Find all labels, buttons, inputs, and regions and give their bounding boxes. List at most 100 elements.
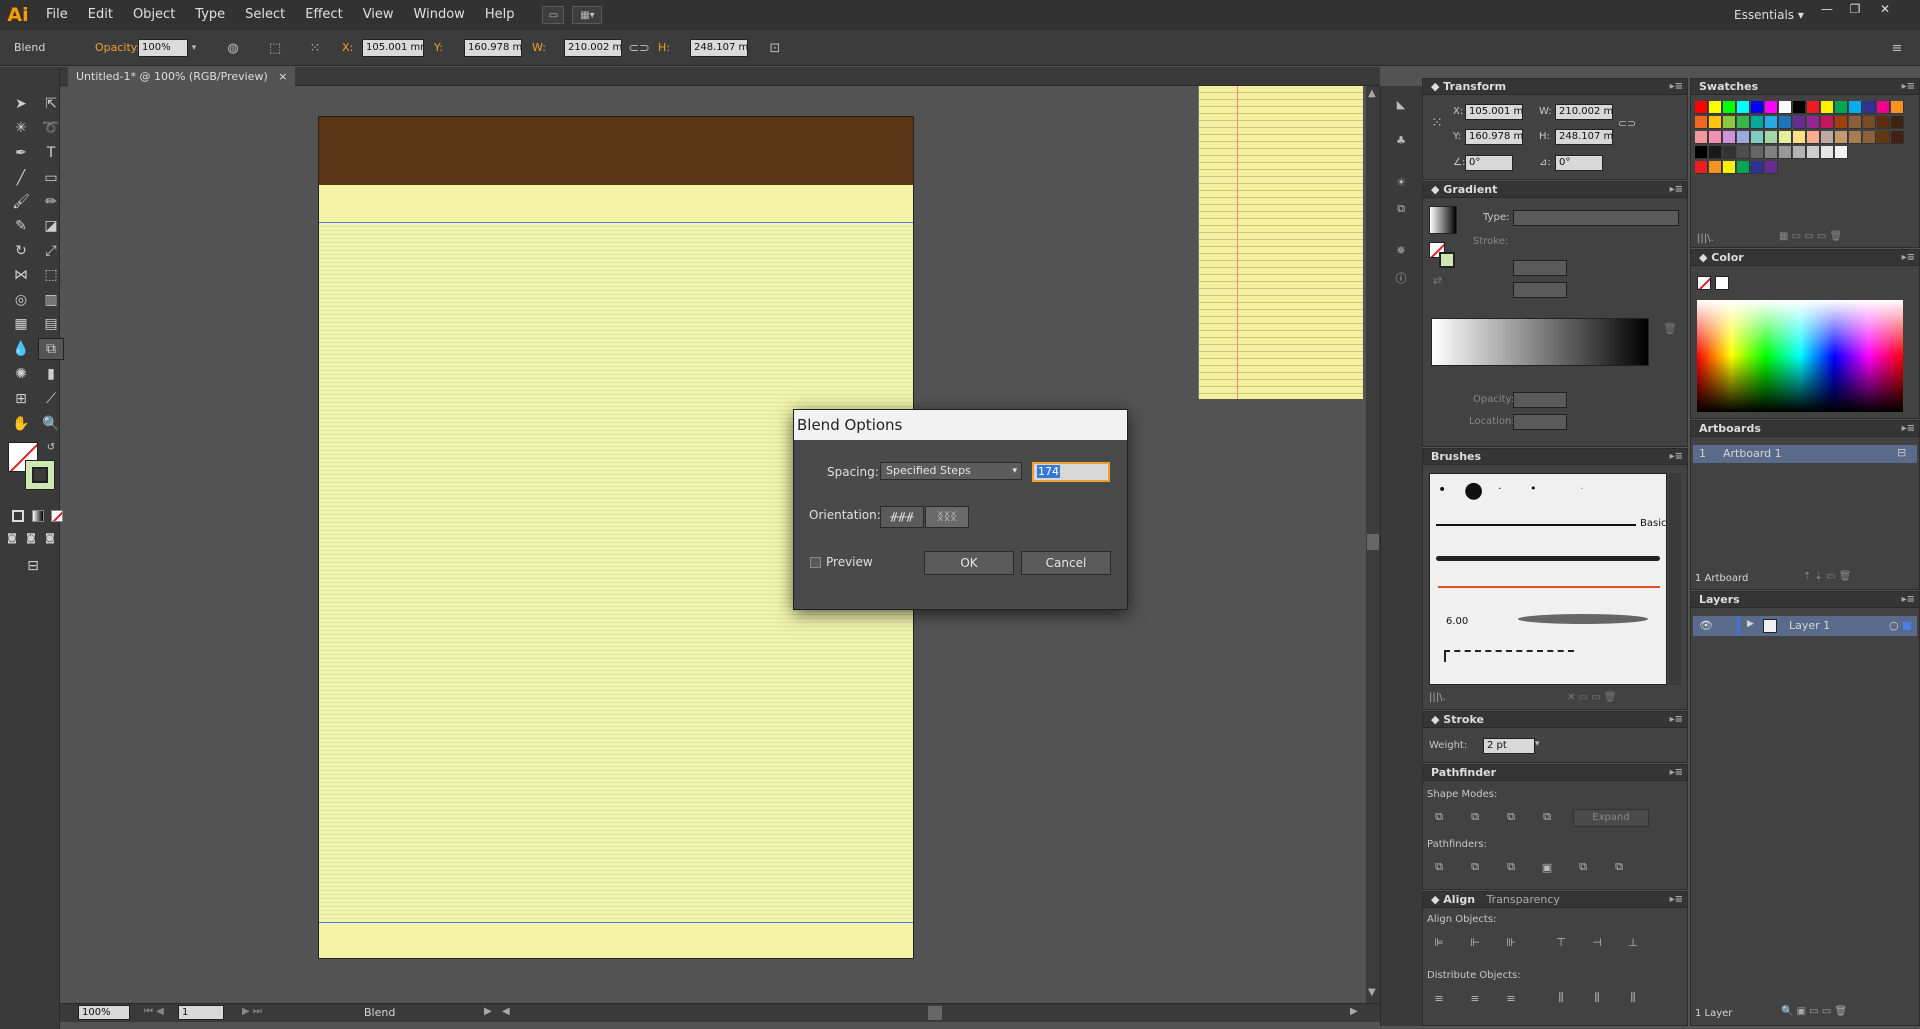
brush-dot-oval[interactable]: • (1530, 482, 1537, 495)
unite-icon[interactable]: ⧉ (1431, 809, 1447, 825)
exclude-icon[interactable]: ⧉ (1539, 809, 1555, 825)
color-spectrum[interactable] (1697, 300, 1903, 412)
gradient-opacity-input[interactable] (1513, 392, 1567, 408)
panel-menu-icon[interactable]: ▸≡ (1670, 712, 1683, 728)
delete-stop-icon[interactable]: 🗑 (1663, 322, 1677, 335)
shape-builder-tool-icon[interactable]: ◎ (8, 289, 34, 311)
gradient-slider[interactable] (1431, 318, 1649, 366)
chevron-down-icon[interactable]: ▾ (1535, 739, 1540, 749)
horizontal-scroll-thumb[interactable] (928, 1006, 942, 1020)
panel-menu-icon[interactable]: ▸≡ (1902, 250, 1915, 266)
color-swatch[interactable] (1751, 161, 1764, 174)
color-swatch[interactable] (1737, 161, 1750, 174)
constrain-link-icon[interactable]: ⊂⊃ (1618, 115, 1636, 131)
color-swatch[interactable] (1891, 131, 1904, 144)
free-transform-tool-icon[interactable]: ⬚ (38, 264, 64, 286)
color-swatch[interactable] (1695, 161, 1708, 174)
color-swatch[interactable] (1793, 116, 1806, 129)
menu-help[interactable]: Help (475, 0, 525, 30)
none-mode-icon[interactable] (51, 510, 63, 522)
panel-menu-icon[interactable]: ▸≡ (1902, 592, 1915, 608)
menu-select[interactable]: Select (235, 0, 295, 30)
type-tool-icon[interactable]: T (38, 142, 64, 164)
color-swatch[interactable] (1793, 131, 1806, 144)
color-swatch[interactable] (1891, 101, 1904, 114)
color-mode-icon[interactable] (12, 510, 24, 522)
align-top-icon[interactable]: ⊤ (1553, 934, 1569, 950)
transform-x-input[interactable]: 105.001 mm (1465, 104, 1523, 120)
menu-object[interactable]: Object (123, 0, 185, 30)
distribute-top-icon[interactable]: ≡ (1431, 990, 1447, 1006)
panel-menu-icon[interactable]: ▸≡ (1902, 79, 1915, 95)
brush-dot-small[interactable]: • (1438, 482, 1446, 498)
menu-edit[interactable]: Edit (78, 0, 123, 30)
w-input[interactable]: 210.002 mm (564, 39, 622, 57)
color-swatch[interactable] (1709, 116, 1722, 129)
scroll-down-icon[interactable]: ▼ (1368, 987, 1376, 998)
transform-w-input[interactable]: 210.002 mm (1555, 104, 1613, 120)
color-swatch[interactable] (1737, 116, 1750, 129)
hand-tool-icon[interactable]: ✋ (8, 413, 34, 435)
color-swatch[interactable] (1835, 131, 1848, 144)
scale-tool-icon[interactable]: ⤢ (38, 240, 64, 262)
layer-row[interactable]: 👁 ▶ Layer 1 ○ (1693, 616, 1917, 636)
collapse-icon[interactable]: ◣ (1393, 96, 1409, 112)
distribute-bottom-icon[interactable]: ≡ (1503, 990, 1519, 1006)
close-window-button[interactable]: ✕ (1872, 0, 1898, 20)
panel-menu-icon[interactable]: ≡ (1888, 38, 1906, 58)
artboard-row[interactable]: 1 Artboard 1 ⊟ (1693, 445, 1917, 463)
color-swatch[interactable] (1835, 101, 1848, 114)
blend-tool-icon[interactable]: ⧉ (38, 338, 64, 360)
color-swatch[interactable] (1765, 161, 1778, 174)
vertical-scrollbar[interactable]: ▲ ▼ (1366, 86, 1380, 1003)
scroll-up-icon[interactable]: ▲ (1368, 88, 1376, 99)
align-horizontal-center-icon[interactable]: ⊩ (1467, 934, 1483, 950)
color-swatch[interactable] (1793, 146, 1806, 159)
reference-point-icon[interactable]: ⁙ (306, 38, 324, 58)
swatch-actions-icon[interactable]: ▦ ▭ ▭ ▭ 🗑 (1779, 231, 1842, 242)
layer-actions-icon[interactable]: 🔍 ▣ ▭ ▭ 🗑 (1781, 1006, 1847, 1017)
color-swatch[interactable] (1849, 131, 1862, 144)
recolor-icon[interactable]: ◍ (224, 38, 242, 58)
transform-h-input[interactable]: 248.107 mm (1555, 129, 1613, 145)
zoom-tool-icon[interactable]: 🔍 (38, 413, 64, 435)
color-swatch[interactable] (1821, 146, 1834, 159)
vertical-scroll-thumb[interactable] (1367, 534, 1379, 550)
color-swatch[interactable] (1877, 116, 1890, 129)
color-swatch[interactable] (1863, 131, 1876, 144)
menu-effect[interactable]: Effect (295, 0, 352, 30)
brushes-scrollbar[interactable] (1669, 473, 1681, 685)
gradient-tool-icon[interactable]: ▤ (38, 313, 64, 335)
stroke-panel-title[interactable]: ◆ Stroke ▸≡ (1423, 712, 1687, 728)
bristle-brush[interactable] (1518, 614, 1648, 624)
paintbrush-tool-icon[interactable]: 🖌 (8, 191, 34, 213)
shear-input[interactable]: 0° (1555, 155, 1603, 171)
opacity-input[interactable]: 100% (138, 39, 188, 57)
artboard-options-icon[interactable]: ⊟ (1897, 446, 1906, 459)
last-artboard-icon[interactable]: ▶ ⏭ (242, 1006, 262, 1017)
color-swatch[interactable] (1695, 131, 1708, 144)
menu-window[interactable]: Window (404, 0, 475, 30)
screen-mode-icon[interactable]: ⊟ (20, 555, 46, 577)
color-swatch[interactable] (1891, 116, 1904, 129)
color-swatch[interactable] (1751, 116, 1764, 129)
align-bottom-icon[interactable]: ⊥ (1625, 934, 1641, 950)
color-swatch[interactable] (1807, 101, 1820, 114)
swap-fill-stroke-icon[interactable]: ↺ (44, 440, 58, 454)
restore-button[interactable]: ❐ (1842, 0, 1868, 20)
slice-tool-icon[interactable]: ⟋ (38, 388, 64, 410)
appearance-icon[interactable]: ☀ (1393, 174, 1409, 190)
draw-behind-icon[interactable]: ◙ (24, 530, 38, 546)
mesh-tool-icon[interactable]: ▦ (8, 313, 34, 335)
draw-normal-icon[interactable]: ◙ (5, 530, 19, 546)
basic-brush[interactable] (1436, 524, 1636, 526)
close-tab-icon[interactable]: × (278, 70, 287, 83)
minus-front-icon[interactable]: ⧉ (1467, 809, 1483, 825)
align-left-icon[interactable]: ⊫ (1431, 934, 1447, 950)
menu-type[interactable]: Type (185, 0, 235, 30)
reverse-gradient-icon[interactable]: ⇄ (1433, 274, 1442, 287)
color-swatch[interactable] (1751, 131, 1764, 144)
color-swatch[interactable] (1877, 131, 1890, 144)
merge-icon[interactable]: ⧉ (1503, 859, 1519, 875)
stroke-swatch[interactable] (25, 460, 55, 490)
